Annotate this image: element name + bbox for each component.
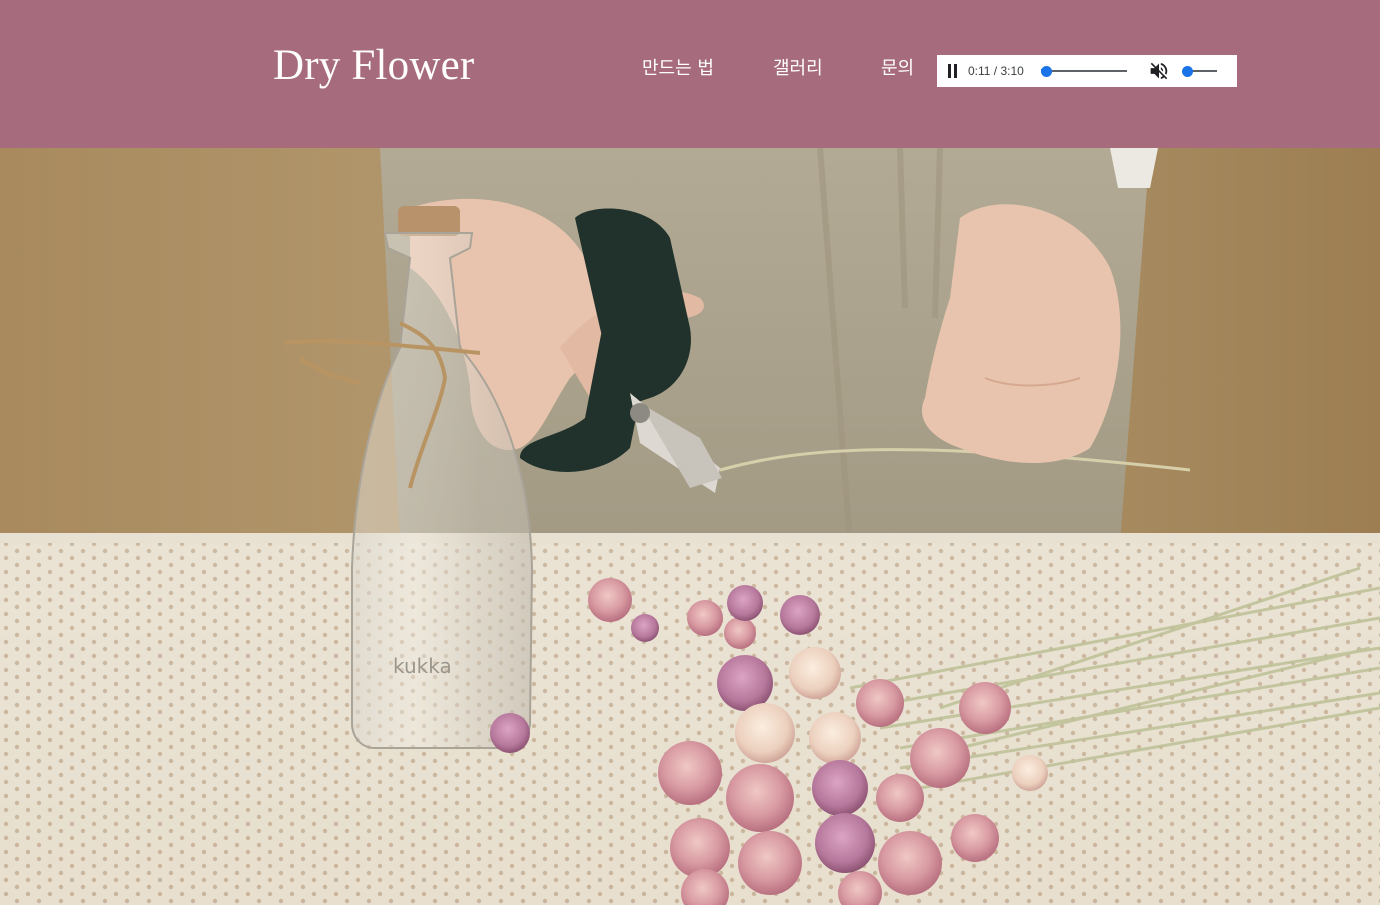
bottle-label: kukka	[393, 654, 452, 678]
time-display: 0:11 / 3:10	[968, 64, 1024, 78]
volume-thumb[interactable]	[1182, 66, 1193, 77]
seek-slider[interactable]	[1040, 66, 1127, 77]
pause-icon	[948, 64, 951, 78]
audio-player: 0:11 / 3:10	[937, 55, 1237, 87]
hero-video[interactable]: kukka	[0, 148, 1380, 905]
volume-slider[interactable]	[1182, 66, 1217, 77]
pause-icon-bar	[954, 64, 957, 78]
page: Dry Flower 만드는 법 갤러리 문의 0:11 / 3:10 kukk…	[0, 0, 1380, 905]
volume-muted-icon	[1150, 62, 1168, 80]
site-logo[interactable]: Dry Flower	[273, 40, 474, 92]
seek-thumb[interactable]	[1040, 66, 1052, 77]
video-frame: kukka	[0, 148, 1380, 905]
nav-link-how-to-make[interactable]: 만드는 법	[642, 56, 714, 82]
mute-button[interactable]	[1148, 60, 1170, 82]
seek-track	[1041, 70, 1127, 72]
site-header: Dry Flower 만드는 법 갤러리 문의 0:11 / 3:10	[0, 0, 1380, 148]
nav-link-gallery[interactable]: 갤러리	[773, 56, 823, 82]
nav-link-contact[interactable]: 문의	[881, 56, 914, 82]
pause-button[interactable]	[945, 63, 961, 79]
